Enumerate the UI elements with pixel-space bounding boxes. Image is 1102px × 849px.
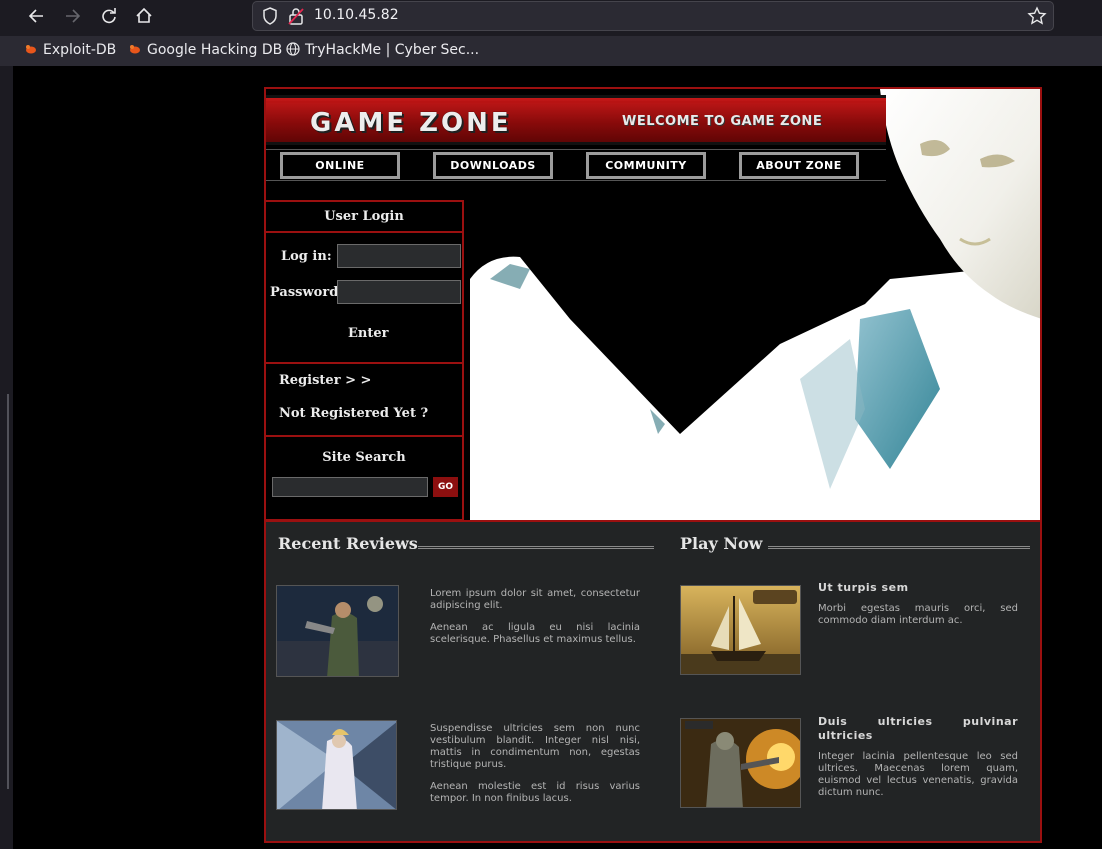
search-go-button[interactable]: GO: [433, 477, 458, 497]
bookmark-star-icon[interactable]: [1027, 6, 1047, 26]
review-thumb-soldier[interactable]: [276, 585, 399, 677]
site-logo[interactable]: GAME ZONE: [310, 108, 512, 138]
banner-stripe: [266, 101, 886, 103]
heading-divider: [418, 546, 654, 549]
review-paragraph: Suspendisse ultricies sem non nunc vesti…: [430, 723, 640, 770]
review-image: [277, 721, 396, 809]
login-input[interactable]: [337, 244, 461, 268]
bookmark-label: TryHackMe | Cyber Sec...: [305, 42, 480, 58]
review-thumb-angel[interactable]: [276, 720, 397, 810]
login-form: Log in: Password: Enter: [266, 233, 462, 364]
register-section: Register > > Not Registered Yet ?: [266, 364, 462, 437]
scrollbar[interactable]: [7, 394, 9, 789]
login-header: User Login: [266, 202, 462, 233]
register-link[interactable]: Register > >: [279, 373, 371, 388]
nav-about-zone[interactable]: ABOUT ZONE: [739, 152, 859, 179]
back-button[interactable]: [25, 4, 49, 28]
main-nav: ONLINE DOWNLOADS COMMUNITY ABOUT ZONE: [266, 149, 886, 181]
enter-button[interactable]: Enter: [348, 326, 389, 341]
heading-divider: [768, 546, 1030, 549]
play-text-1: Ut turpis sem Morbi egestas mauris orci,…: [818, 581, 1018, 637]
review-text-2: Suspendisse ultricies sem non nunc vesti…: [430, 723, 640, 815]
password-input[interactable]: [337, 280, 461, 304]
review-text-1: Lorem ipsum dolor sit amet, consectetur …: [430, 588, 640, 656]
search-section: Site Search GO: [266, 437, 462, 521]
nav-online[interactable]: ONLINE: [280, 152, 400, 179]
sidebar-strip: [0, 66, 13, 849]
bookmark-label: Exploit-DB: [43, 42, 117, 58]
play-item-title[interactable]: Duis ultricies pulvinar ultricies: [818, 715, 1018, 743]
bookmark-exploit-db[interactable]: Exploit-DB: [24, 42, 116, 58]
url-text[interactable]: 10.10.45.82: [314, 7, 399, 23]
shield-icon[interactable]: [260, 6, 280, 26]
globe-icon: [286, 42, 300, 56]
insecure-lock-icon[interactable]: [286, 6, 306, 26]
recent-reviews-heading: Recent Reviews: [278, 534, 418, 553]
url-bar[interactable]: 10.10.45.82: [252, 1, 1054, 31]
play-item-title[interactable]: Ut turpis sem: [818, 581, 1018, 595]
review-paragraph: Aenean molestie est id risus varius temp…: [430, 781, 640, 804]
arrow-left-icon: [28, 9, 43, 23]
welcome-text: WELCOME TO GAME ZONE: [622, 114, 823, 129]
content-area: Recent Reviews Lorem ipsum dolor sit ame…: [266, 520, 1040, 841]
not-registered-link[interactable]: Not Registered Yet ?: [279, 406, 428, 421]
arrow-right-icon: [66, 9, 81, 23]
play-now-heading: Play Now: [680, 534, 763, 553]
home-button[interactable]: [132, 4, 156, 28]
play-paragraph: Morbi egestas mauris orci, sed commodo d…: [818, 603, 1018, 626]
play-image: [681, 586, 800, 674]
review-paragraph: Aenean ac ligula eu nisi lacinia sceleri…: [430, 622, 640, 645]
header-banner: GAME ZONE WELCOME TO GAME ZONE: [266, 95, 886, 145]
search-title: Site Search: [322, 450, 406, 465]
bug-icon: [130, 45, 140, 54]
home-icon: [136, 7, 152, 23]
reload-button[interactable]: [97, 4, 121, 28]
play-image: [681, 719, 800, 807]
play-paragraph: Integer lacinia pellentesque leo sed ult…: [818, 751, 1018, 798]
nav-downloads[interactable]: DOWNLOADS: [433, 152, 553, 179]
login-label: Log in:: [281, 249, 332, 264]
login-title: User Login: [324, 209, 404, 224]
nav-community[interactable]: COMMUNITY: [586, 152, 706, 179]
bookmark-label: Google Hacking DB: [147, 42, 283, 58]
forward-button[interactable]: [60, 4, 84, 28]
game-zone-site: GAME ZONE WELCOME TO GAME ZONE ONLINE DO…: [264, 87, 1042, 843]
sidebar-panel: User Login Log in: Password: Enter Regis…: [266, 200, 464, 521]
bookmark-tryhackme[interactable]: TryHackMe | Cyber Sec...: [286, 42, 479, 58]
play-thumb-ship[interactable]: [680, 585, 801, 675]
browser-toolbar: 10.10.45.82 Exploit-DB Google Hacking DB…: [0, 0, 1102, 66]
bookmark-google-hacking-db[interactable]: Google Hacking DB: [128, 42, 282, 58]
bookmarks-bar: Exploit-DB Google Hacking DB TryHackMe |…: [0, 36, 1102, 66]
bug-icon: [26, 45, 36, 54]
play-text-2: Duis ultricies pulvinar ultricies Intege…: [818, 715, 1018, 809]
play-thumb-halo[interactable]: [680, 718, 801, 808]
review-image: [277, 586, 398, 676]
reload-icon: [102, 8, 116, 24]
password-label: Password:: [270, 285, 344, 300]
review-paragraph: Lorem ipsum dolor sit amet, consectetur …: [430, 588, 640, 611]
search-input[interactable]: [272, 477, 428, 497]
